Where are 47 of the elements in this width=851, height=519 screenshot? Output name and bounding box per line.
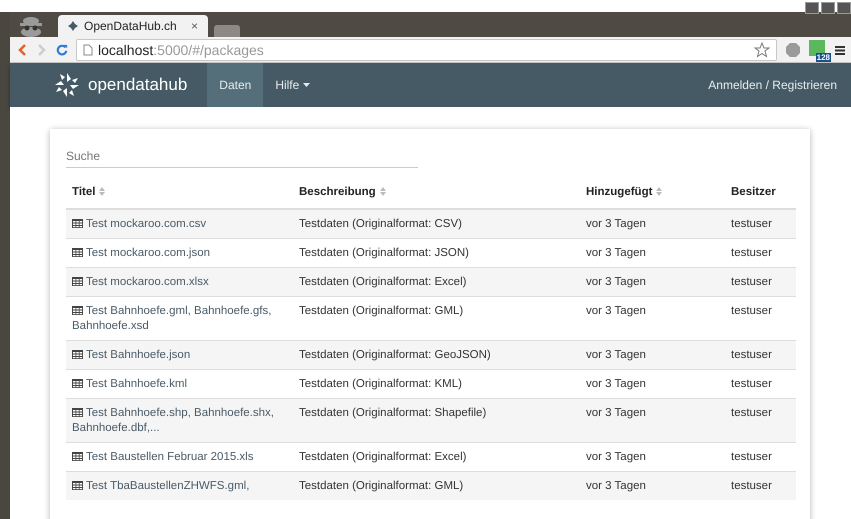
table-cell: testuser <box>725 340 796 370</box>
nav-item[interactable]: Daten <box>207 63 264 107</box>
close-tab-button[interactable]: × <box>190 19 198 33</box>
table-cell: Testdaten (Originalformat: Excel) <box>293 268 580 296</box>
brand-name[interactable]: opendatahub <box>88 75 188 95</box>
table-cell: testuser <box>725 398 796 442</box>
table-cell: vor 3 Tagen <box>580 472 725 500</box>
star-icon[interactable] <box>754 42 770 58</box>
table-cell: vor 3 Tagen <box>580 209 725 238</box>
table-cell: Testdaten (Originalformat: GeoJSON) <box>293 340 580 370</box>
title-link[interactable]: Test TbaBaustellenZHWFS.gml, <box>66 472 293 500</box>
tab-title: OpenDataHub.ch <box>84 19 178 33</box>
title-link[interactable]: Test mockaroo.com.xlsx <box>66 268 293 296</box>
table-icon <box>72 350 83 359</box>
forward-icon[interactable] <box>36 42 48 56</box>
url-text: localhost:5000/#/packages <box>98 42 265 58</box>
table-icon <box>72 277 83 286</box>
table-cell: Testdaten (Originalformat: GML) <box>293 472 580 500</box>
nav-item[interactable]: Hilfe <box>263 63 322 107</box>
adblock-icon[interactable] <box>785 42 801 58</box>
table-icon <box>72 408 83 417</box>
title-link[interactable]: Test mockaroo.com.csv <box>66 209 293 238</box>
table-icon <box>72 379 83 388</box>
table-cell: vor 3 Tagen <box>580 268 725 296</box>
table-icon <box>72 452 83 461</box>
back-icon[interactable] <box>16 42 28 56</box>
table-cell: testuser <box>725 209 796 238</box>
title-link[interactable]: Test Bahnhoefe.shp, Bahnhoefe.shx, Bahnhoefe.dbf,... <box>66 398 293 442</box>
title-link[interactable]: Test Bahnhoefe.json <box>66 340 293 370</box>
table-cell: Testdaten (Originalformat: CSV) <box>293 209 580 238</box>
table-cell: Testdaten (Originalformat: Shapefile) <box>293 398 580 442</box>
table-cell: vor 3 Tagen <box>580 398 725 442</box>
table-icon <box>72 481 83 490</box>
table-icon <box>72 306 83 315</box>
table-cell: vor 3 Tagen <box>580 340 725 370</box>
menu-icon[interactable] <box>835 44 845 56</box>
table-cell: testuser <box>725 268 796 296</box>
extension-badge: 128 <box>816 52 831 62</box>
reload-icon[interactable] <box>56 42 68 56</box>
browser-tab[interactable]: OpenDataHub.ch × <box>58 15 208 37</box>
address-bar[interactable]: localhost:5000/#/packages <box>76 38 777 60</box>
logo-icon <box>68 21 78 31</box>
page-icon <box>83 44 93 56</box>
table-icon <box>72 219 83 228</box>
table-icon <box>72 248 83 257</box>
table-cell: testuser <box>725 472 796 500</box>
login-link[interactable]: Anmelden / Registrieren <box>708 63 837 107</box>
